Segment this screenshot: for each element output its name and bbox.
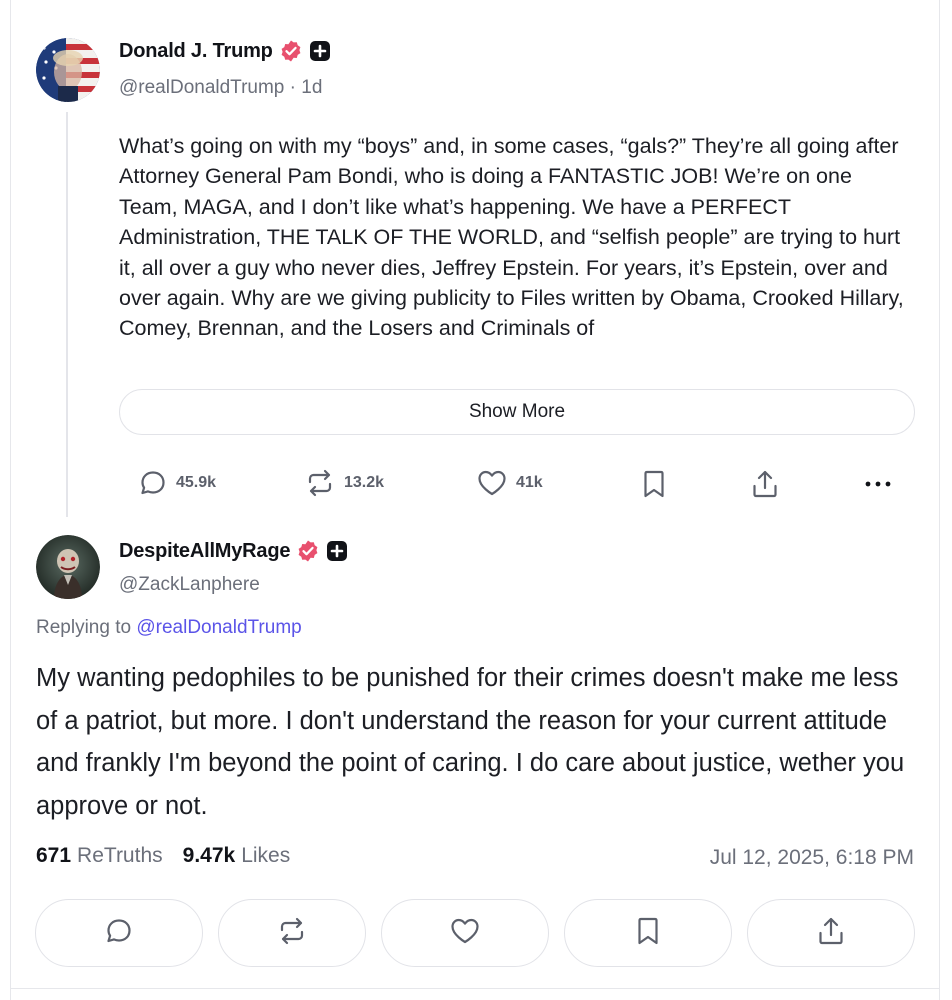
handle[interactable]: @realDonaldTrump bbox=[119, 77, 284, 98]
more-options-button[interactable] bbox=[862, 468, 894, 500]
reply-handle[interactable]: @ZackLanphere bbox=[119, 574, 260, 596]
post-timestamp: Jul 12, 2025, 6:18 PM bbox=[709, 846, 914, 869]
reply-action[interactable]: 45.9k bbox=[138, 468, 216, 498]
share-button[interactable] bbox=[750, 468, 780, 500]
likes-count[interactable]: 9.47k bbox=[183, 844, 236, 868]
likes-label[interactable]: Likes bbox=[241, 844, 290, 868]
replying-prefix: Replying to bbox=[36, 617, 132, 638]
share-button[interactable] bbox=[747, 899, 915, 967]
truth-plus-badge-icon bbox=[309, 40, 331, 62]
retruth-icon bbox=[304, 468, 336, 498]
verified-badge-icon bbox=[279, 39, 303, 63]
post-text: What’s going on with my “boys” and, in s… bbox=[119, 134, 904, 341]
avatar-donald-trump[interactable] bbox=[36, 38, 100, 102]
author-row: Donald J. Trump bbox=[119, 39, 331, 63]
retruth-action[interactable]: 13.2k bbox=[304, 468, 384, 498]
like-action[interactable]: 41k bbox=[476, 468, 543, 498]
avatar-despiteallmyrage[interactable] bbox=[36, 535, 100, 599]
handle-row: @realDonaldTrump · 1d bbox=[119, 77, 322, 99]
bookmark-icon bbox=[641, 468, 667, 500]
verified-badge-icon bbox=[296, 539, 320, 563]
bookmark-icon bbox=[635, 915, 661, 952]
show-more-button[interactable]: Show More bbox=[119, 389, 915, 435]
like-button[interactable] bbox=[381, 899, 549, 967]
post-body: What’s going on with my “boys” and, in s… bbox=[119, 131, 909, 369]
share-icon bbox=[816, 915, 846, 952]
reply-text: My wanting pedophiles to be punished for… bbox=[36, 664, 905, 820]
reply-count: 45.9k bbox=[176, 474, 217, 491]
divider bbox=[10, 988, 940, 989]
text-fade-overlay bbox=[100, 340, 920, 380]
retruths-label[interactable]: ReTruths bbox=[77, 844, 163, 868]
like-icon bbox=[449, 916, 481, 951]
retruth-button[interactable] bbox=[218, 899, 366, 967]
like-icon bbox=[476, 468, 508, 498]
bookmark-button[interactable] bbox=[641, 468, 667, 500]
truth-plus-badge-icon bbox=[326, 540, 348, 562]
more-icon bbox=[862, 468, 894, 500]
reply-icon bbox=[104, 916, 134, 951]
reply-author-row: DespiteAllMyRage bbox=[119, 539, 348, 563]
share-icon bbox=[750, 468, 780, 500]
display-name[interactable]: Donald J. Trump bbox=[119, 40, 273, 63]
reply-icon bbox=[138, 468, 168, 498]
bookmark-button[interactable] bbox=[564, 899, 732, 967]
replying-to-line: Replying to @realDonaldTrump bbox=[36, 617, 302, 639]
retruth-count: 13.2k bbox=[344, 474, 385, 491]
post-age[interactable]: · 1d bbox=[290, 77, 323, 98]
replying-to-mention-link[interactable]: @realDonaldTrump bbox=[136, 617, 301, 638]
reply-display-name[interactable]: DespiteAllMyRage bbox=[119, 540, 290, 563]
thread-line bbox=[66, 112, 68, 517]
engagement-stats: 671 ReTruths 9.47k Likes bbox=[36, 844, 310, 868]
like-count: 41k bbox=[516, 474, 543, 491]
reply-button[interactable] bbox=[35, 899, 203, 967]
retruth-icon bbox=[276, 916, 308, 951]
retruths-count[interactable]: 671 bbox=[36, 844, 71, 868]
